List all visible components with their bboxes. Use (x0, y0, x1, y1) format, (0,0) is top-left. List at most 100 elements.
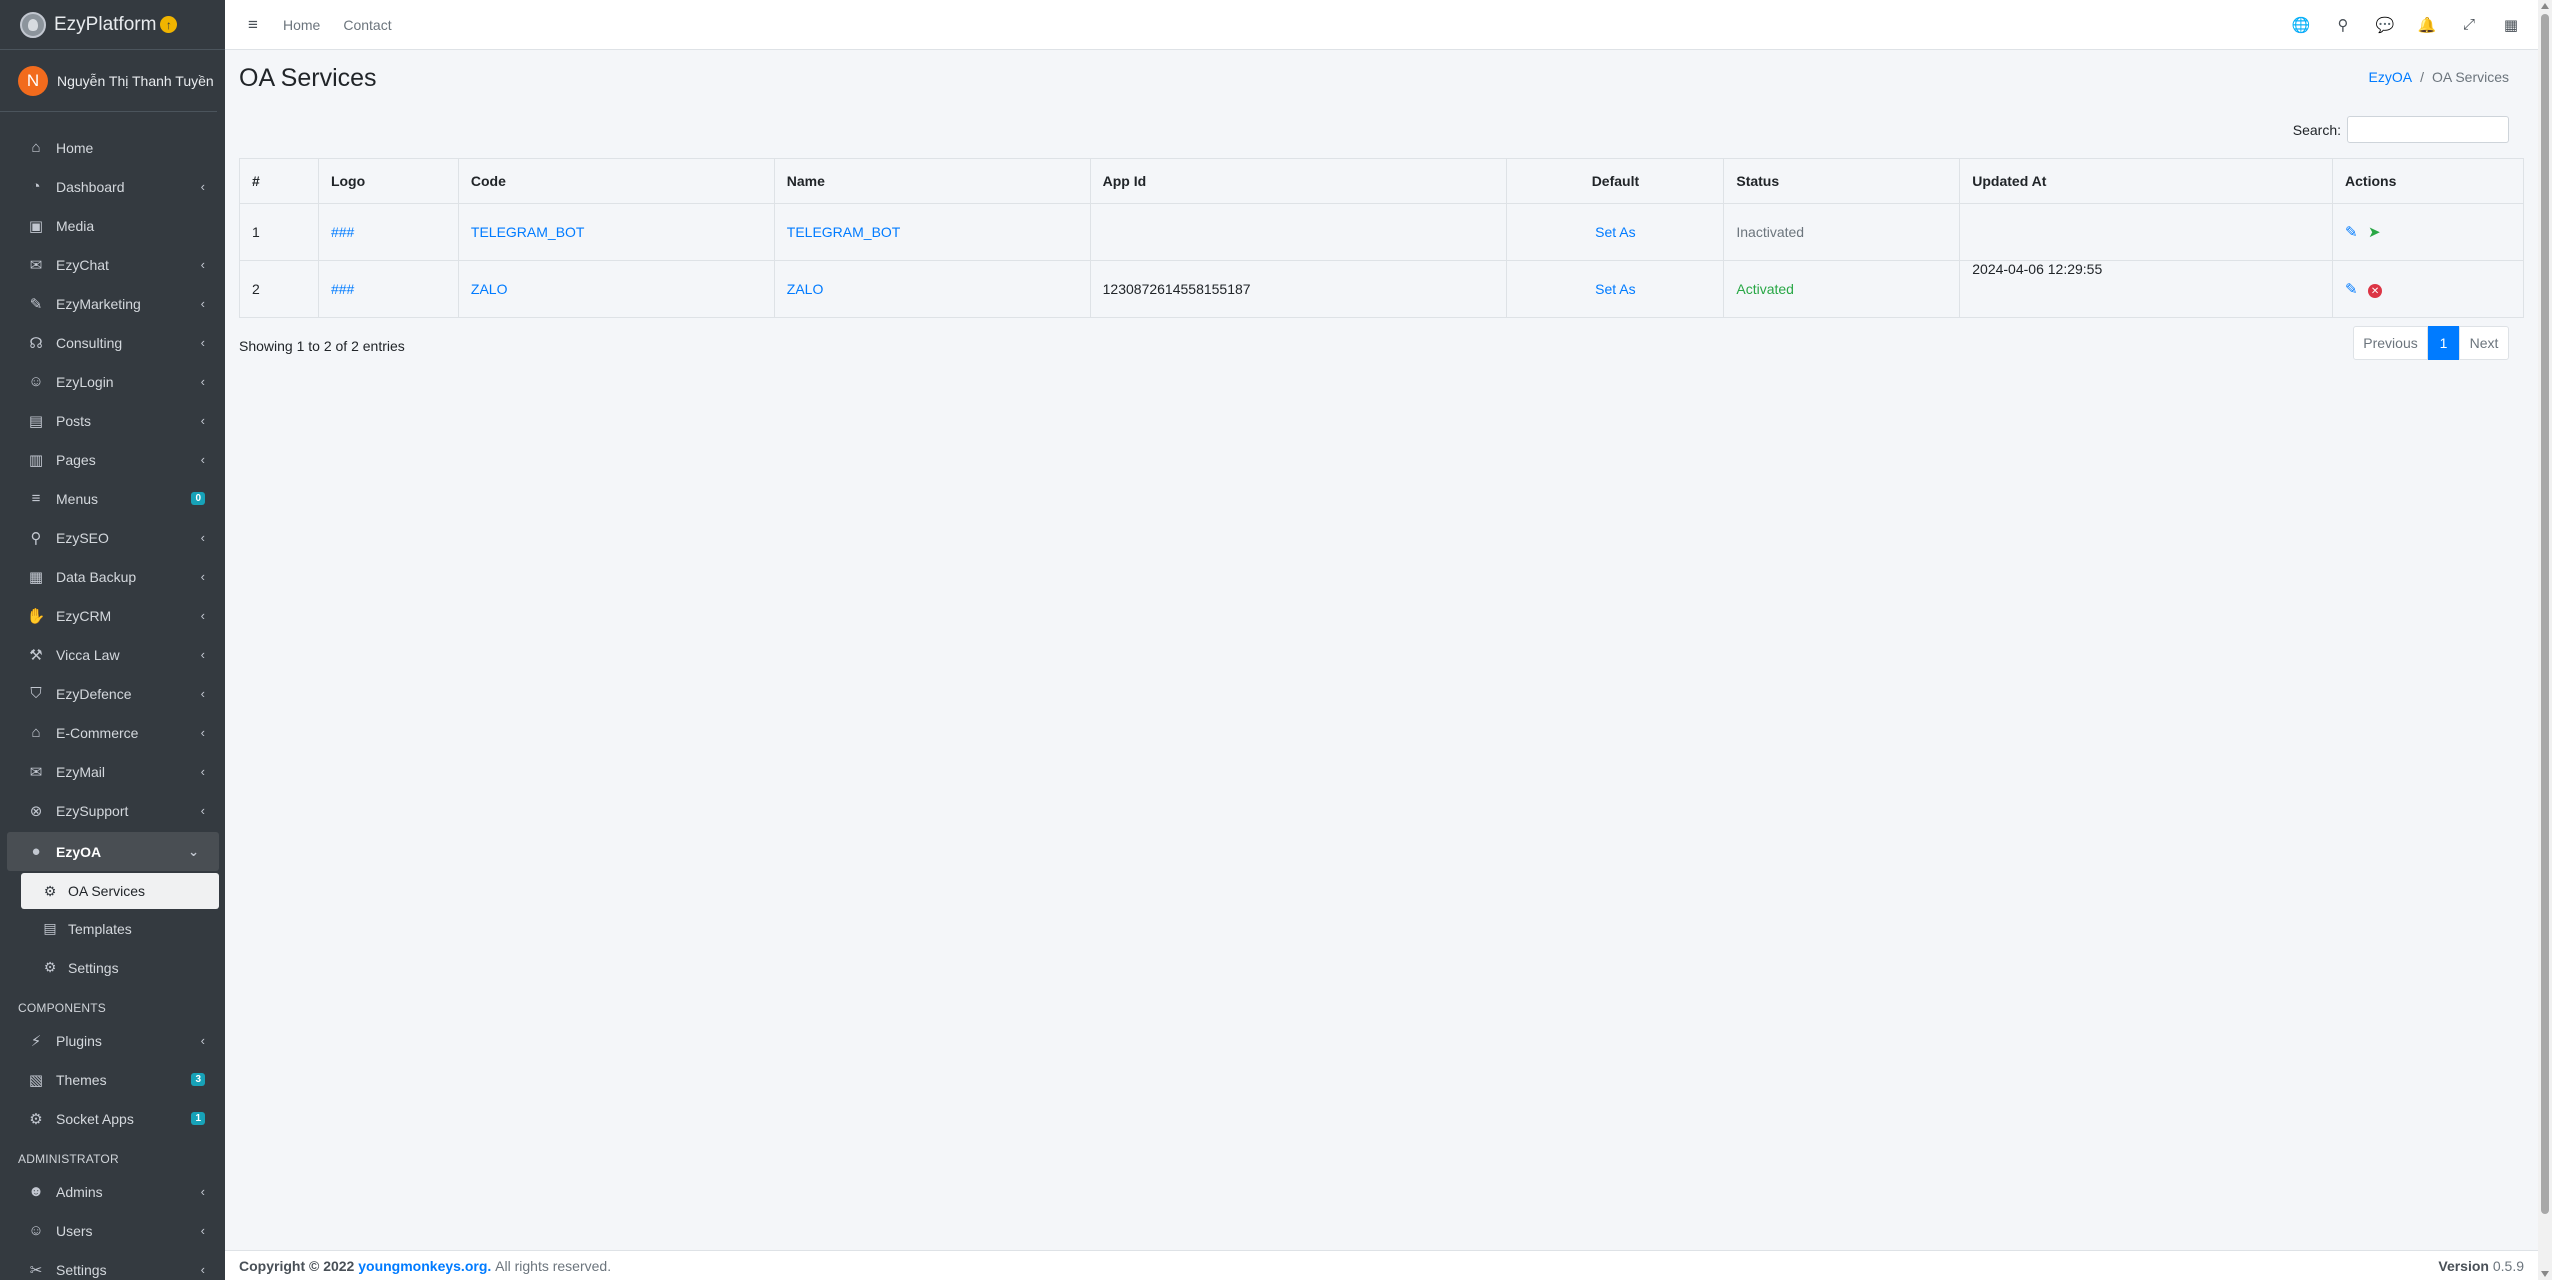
menu-toggle-icon[interactable]: ≡ (233, 15, 273, 35)
count-badge: 1 (191, 1112, 205, 1125)
brand[interactable]: EzyPlatform ↑ (0, 0, 225, 50)
sidebar-item-vicca-law[interactable]: ⚒ Vicca Law ‹ (0, 635, 225, 674)
edit-icon[interactable]: ✎ (2345, 223, 2360, 241)
code-link[interactable]: TELEGRAM_BOT (471, 224, 585, 240)
tools-icon: ✂ (29, 1261, 43, 1279)
sidebar-item-pages[interactable]: ▥ Pages ‹ (0, 440, 225, 479)
column-header-logo[interactable]: Logo (317, 158, 459, 204)
user-circle-icon: ☻ (28, 1183, 44, 1200)
sidebar-item-label: EzySupport (56, 802, 129, 819)
user-lock-icon: ☺ (28, 373, 44, 390)
expand-icon[interactable]: ⤢ (2448, 16, 2490, 33)
scroll-up-icon[interactable] (2541, 3, 2549, 9)
breadcrumb-current: OA Services (2431, 69, 2509, 85)
edit-icon[interactable]: ✎ (2345, 280, 2360, 298)
chevron-down-icon: ⌄ (188, 843, 199, 859)
previous-page-button[interactable]: Previous (2353, 326, 2428, 360)
bell-icon[interactable]: 🔔 (2406, 16, 2448, 34)
topbar-link-contact[interactable]: Contact (343, 17, 391, 33)
apps-icon[interactable]: ▦ (2490, 16, 2532, 34)
sidebar-item-e-commerce[interactable]: ⌂ E-Commerce ‹ (0, 713, 225, 752)
sidebar-nav: ⌂ Home ◔ Dashboard ‹ ▣ Media ✉ EzyChat ‹ ✎ EzyMarke… (0, 112, 225, 1280)
topbar-link-home[interactable]: Home (283, 17, 320, 33)
sidebar-item-media[interactable]: ▣ Media (0, 206, 225, 245)
delete-icon[interactable]: ✕ (2368, 284, 2383, 299)
send-icon[interactable]: ➤ (2368, 224, 2381, 241)
search-input[interactable] (2347, 116, 2509, 143)
sidebar-item-ezymail[interactable]: ✉ EzyMail ‹ (0, 752, 225, 791)
sidebar-item-themes[interactable]: ▧ Themes 3 (0, 1060, 225, 1099)
chevron-left-icon: ‹ (200, 686, 205, 701)
sidebar-item-label: Media (56, 217, 95, 234)
sidebar-item-data-backup[interactable]: ▦ Data Backup ‹ (0, 557, 225, 596)
user-panel[interactable]: N Nguyễn Thị Thanh Tuyền (0, 50, 217, 112)
code-link[interactable]: ZALO (471, 281, 508, 297)
chevron-left-icon: ‹ (200, 608, 205, 623)
sidebar-subitem-oa-services[interactable]: ⚙ OA Services (21, 873, 219, 909)
bars-icon: ≡ (31, 490, 41, 507)
logo-link[interactable]: ### (331, 281, 354, 297)
sidebar-subitem-settings[interactable]: ⚙ Settings (0, 948, 225, 987)
main-content: OA Services EzyOA / OA Services Search: # … (225, 51, 2538, 1250)
sidebar-item-ezyoa[interactable]: ● EzyOA ⌄ (7, 832, 219, 871)
sidebar-item-home[interactable]: ⌂ Home (0, 128, 225, 167)
status-text: Inactivated (1723, 203, 1961, 261)
name-link[interactable]: ZALO (787, 281, 824, 297)
sidebar-item-posts[interactable]: ▤ Posts ‹ (0, 401, 225, 440)
sidebar-item-users[interactable]: ☺ Users ‹ (0, 1211, 225, 1250)
page-scrollbar[interactable] (2538, 0, 2552, 1280)
sidebar-item-settings[interactable]: ✂ Settings ‹ (0, 1250, 225, 1280)
column-header-name[interactable]: Name (773, 158, 1091, 204)
sidebar-item-label: Posts (56, 412, 92, 429)
scroll-down-icon[interactable] (2541, 1271, 2549, 1277)
sidebar-item-label: Consulting (56, 334, 123, 351)
column-header-status[interactable]: Status (1723, 158, 1961, 204)
footer-link[interactable]: youngmonkeys.org. (358, 1258, 491, 1274)
avatar: N (18, 65, 48, 96)
sidebar-item-socket-apps[interactable]: ⚙ Socket Apps 1 (0, 1099, 225, 1138)
page-title: OA Services (239, 64, 377, 92)
sidebar-subitem-templates[interactable]: ▤ Templates (0, 909, 225, 948)
logo-link[interactable]: ### (331, 224, 354, 240)
sidebar-item-ezychat[interactable]: ✉ EzyChat ‹ (0, 245, 225, 284)
column-header-updated-at[interactable]: Updated At (1959, 158, 2334, 204)
scrollbar-thumb[interactable] (2541, 14, 2549, 1214)
sidebar-item-dashboard[interactable]: ◔ Dashboard ‹ (0, 167, 225, 206)
sidebar-item-label: Pages (56, 451, 96, 468)
page-1-button[interactable]: 1 (2428, 326, 2459, 360)
messages-icon[interactable]: 💬 (2364, 16, 2406, 34)
column-header-code[interactable]: Code (457, 158, 775, 204)
sidebar-item-ezyseo[interactable]: ⚲ EzySEO ‹ (0, 518, 225, 557)
sidebar-item-admins[interactable]: ☻ Admins ‹ (0, 1172, 225, 1211)
plug-icon: ⚡ (30, 1032, 42, 1050)
column-header-number[interactable]: # (239, 158, 319, 204)
set-default-link[interactable]: Set As (1595, 224, 1635, 240)
sidebar: EzyPlatform ↑ N Nguyễn Thị Thanh Tuyền ⌂… (0, 0, 225, 1280)
sidebar-item-ezylogin[interactable]: ☺ EzyLogin ‹ (0, 362, 225, 401)
globe-icon[interactable]: 🌐 (2280, 16, 2322, 34)
sidebar-item-plugins[interactable]: ⚡ Plugins ‹ (0, 1021, 225, 1060)
breadcrumb-parent-link[interactable]: EzyOA (2369, 69, 2413, 85)
name-link[interactable]: TELEGRAM_BOT (787, 224, 901, 240)
store-icon: ⌂ (31, 724, 41, 741)
sidebar-item-ezysupport[interactable]: ⊗ EzySupport ‹ (0, 791, 225, 830)
breadcrumb: EzyOA / OA Services (2369, 69, 2510, 85)
sidebar-item-label: EzyDefence (56, 685, 132, 702)
sidebar-item-ezycrm[interactable]: ✋ EzyCRM ‹ (0, 596, 225, 635)
headset-icon: ☊ (29, 334, 43, 352)
app-id-cell (1089, 203, 1508, 261)
set-default-link[interactable]: Set As (1595, 281, 1635, 297)
search-icon[interactable]: ⚲ (2322, 16, 2364, 34)
sidebar-item-menus[interactable]: ≡ Menus 0 (0, 479, 225, 518)
next-page-button[interactable]: Next (2459, 326, 2509, 360)
column-header-default[interactable]: Default (1506, 158, 1725, 204)
updated-at-cell (1959, 203, 2334, 261)
column-header-app-id[interactable]: App Id (1089, 158, 1508, 204)
sidebar-item-consulting[interactable]: ☊ Consulting ‹ (0, 323, 225, 362)
sidebar-item-ezydefence[interactable]: ⛉ EzyDefence ‹ (0, 674, 225, 713)
chevron-left-icon: ‹ (200, 296, 205, 311)
chevron-left-icon: ‹ (200, 374, 205, 389)
sidebar-item-ezymarketing[interactable]: ✎ EzyMarketing ‹ (0, 284, 225, 323)
handshake-icon: ✋ (26, 607, 46, 625)
lifebuoy-icon: ⊗ (29, 802, 43, 820)
